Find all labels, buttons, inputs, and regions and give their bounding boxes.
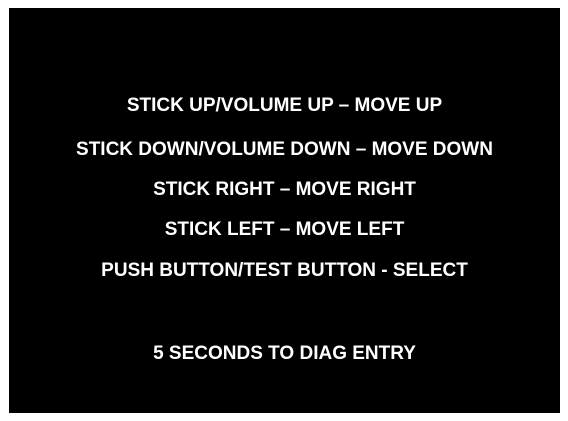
instruction-stick-left: STICK LEFT – MOVE LEFT — [164, 219, 405, 240]
diag-countdown-text: 5 SECONDS TO DIAG ENTRY — [153, 343, 416, 364]
instruction-stick-right: STICK RIGHT – MOVE RIGHT — [153, 179, 416, 200]
instruction-push-button: PUSH BUTTON/TEST BUTTON - SELECT — [101, 260, 468, 281]
instruction-stick-down: STICK DOWN/VOLUME DOWN – MOVE DOWN — [76, 139, 493, 160]
diagnostic-screen: STICK UP/VOLUME UP – MOVE UP STICK DOWN/… — [9, 8, 560, 413]
instruction-stick-up: STICK UP/VOLUME UP – MOVE UP — [126, 95, 443, 116]
